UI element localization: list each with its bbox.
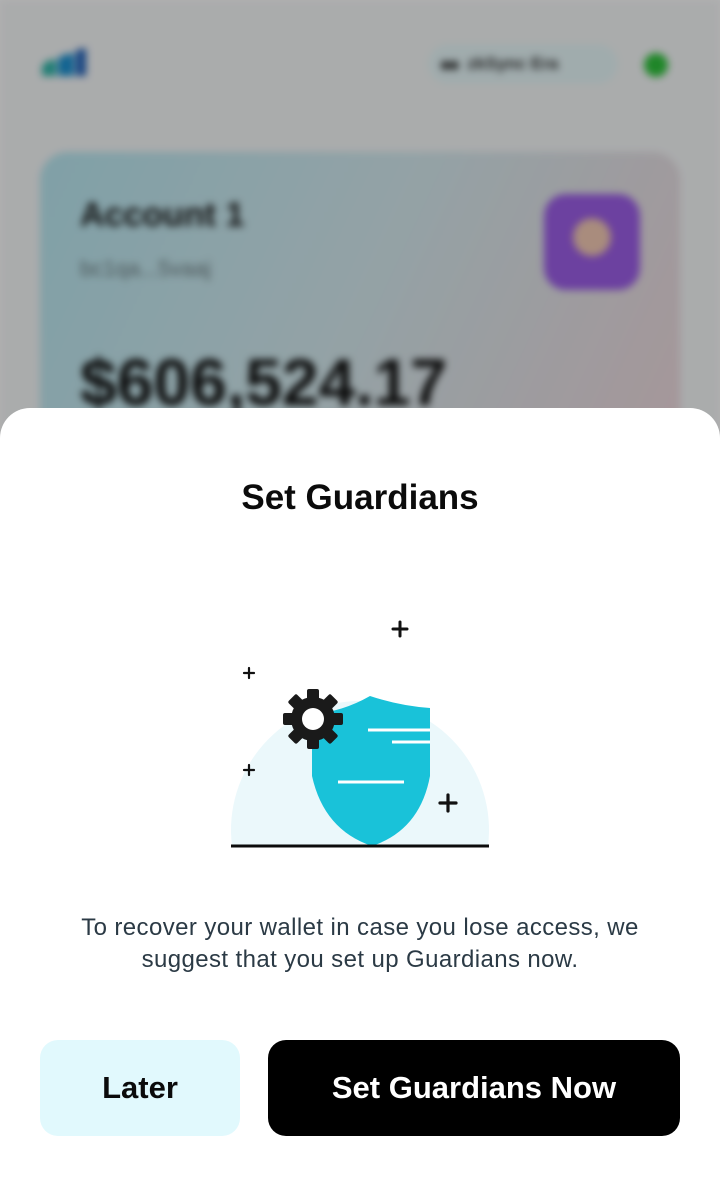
guardian-shield-illustration	[231, 620, 489, 848]
sheet-message: To recover your wallet in case you lose …	[81, 914, 639, 973]
set-guardians-now-button[interactable]: Set Guardians Now	[268, 1040, 680, 1136]
later-button[interactable]: Later	[40, 1040, 240, 1136]
gear-icon	[283, 689, 343, 749]
sheet-title: Set Guardians	[241, 478, 479, 517]
set-guardians-sheet: Set Guardians To recover your wallet in …	[0, 408, 720, 1200]
